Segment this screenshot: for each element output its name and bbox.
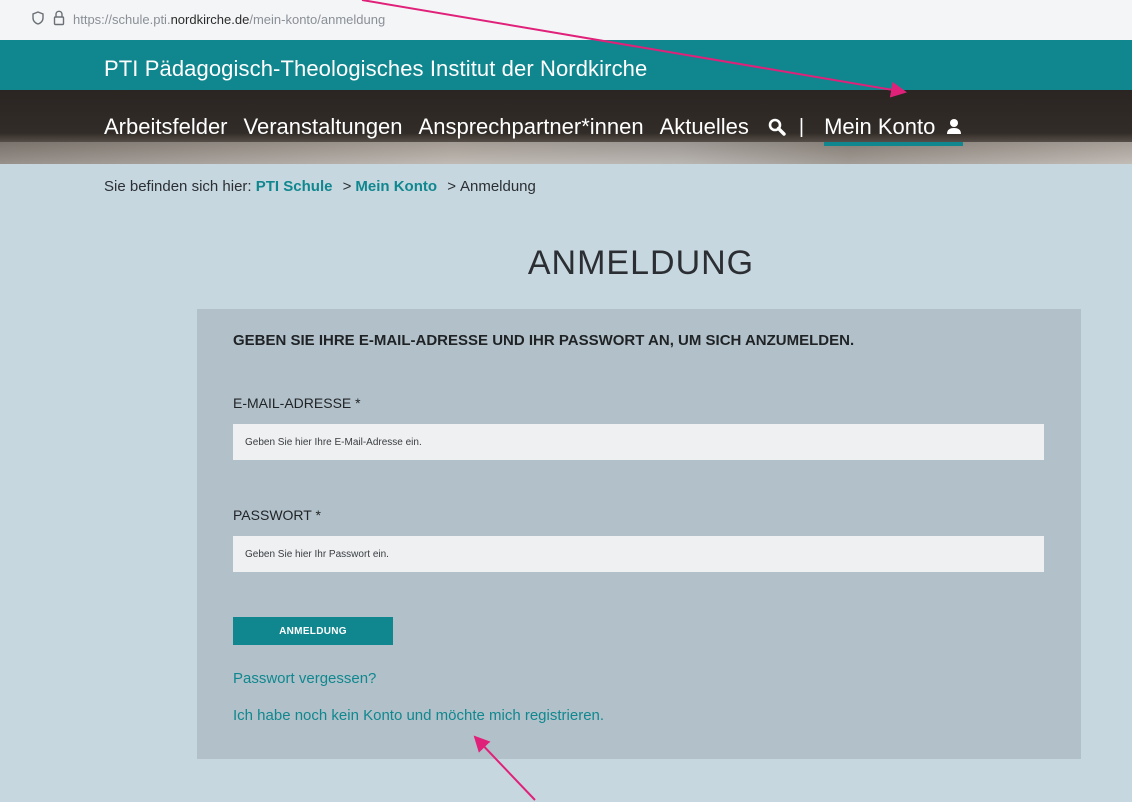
shield-icon[interactable] <box>32 11 44 25</box>
email-field[interactable] <box>233 424 1044 460</box>
nav-item-arbeitsfelder[interactable]: Arbeitsfelder <box>104 114 228 140</box>
url-field[interactable]: https://schule.pti.nordkirche.de/mein-ko… <box>73 12 385 27</box>
user-icon <box>947 119 962 134</box>
nav-items: Arbeitsfelder Veranstaltungen Ansprechpa… <box>104 112 964 146</box>
nav-item-veranstaltungen[interactable]: Veranstaltungen <box>244 114 403 140</box>
breadcrumb-separator: > <box>342 178 352 195</box>
mein-konto-label: Mein Konto <box>824 114 936 139</box>
breadcrumb-prefix: Sie befinden sich hier: <box>104 178 252 195</box>
url-prefix: https://schule.pti. <box>73 12 171 27</box>
login-form: GEBEN SIE IHRE E-MAIL-ADRESSE UND IHR PA… <box>197 309 1081 759</box>
url-path: /mein-konto/anmeldung <box>249 12 386 27</box>
search-icon[interactable] <box>767 117 787 137</box>
nav-item-ansprechpartner[interactable]: Ansprechpartner*innen <box>419 114 644 140</box>
breadcrumb-pti-schule[interactable]: PTI Schule <box>256 178 333 195</box>
site-title-bar: PTI Pädagogisch-Theologisches Institut d… <box>0 40 1132 90</box>
login-button[interactable]: ANMELDUNG <box>233 617 393 645</box>
register-link[interactable]: Ich habe noch kein Konto und möchte mich… <box>233 707 604 724</box>
nav-divider: | <box>798 115 805 138</box>
url-domain: nordkirche.de <box>170 12 250 27</box>
email-label: E-MAIL-ADRESSE * <box>233 395 361 411</box>
main-navigation: Arbeitsfelder Veranstaltungen Ansprechpa… <box>0 90 1132 164</box>
active-nav-underline <box>824 142 964 146</box>
nav-item-aktuelles[interactable]: Aktuelles <box>660 114 749 140</box>
breadcrumb-mein-konto[interactable]: Mein Konto <box>355 178 437 195</box>
password-field[interactable] <box>233 536 1044 572</box>
password-label: PASSWORT * <box>233 507 321 523</box>
breadcrumb: Sie befinden sich hier: PTI Schule > Mein… <box>104 178 536 195</box>
lock-icon[interactable] <box>53 10 65 26</box>
page-title: ANMELDUNG <box>527 244 755 282</box>
breadcrumb-separator: > <box>447 178 456 195</box>
forgot-password-link[interactable]: Passwort vergessen? <box>233 670 376 687</box>
login-instruction: GEBEN SIE IHRE E-MAIL-ADRESSE UND IHR PA… <box>233 332 855 349</box>
mein-konto-link[interactable]: Mein Konto <box>824 114 964 146</box>
site-title[interactable]: PTI Pädagogisch-Theologisches Institut d… <box>104 56 647 82</box>
browser-address-bar: https://schule.pti.nordkirche.de/mein-ko… <box>0 0 1132 41</box>
breadcrumb-current: Anmeldung <box>459 178 536 195</box>
